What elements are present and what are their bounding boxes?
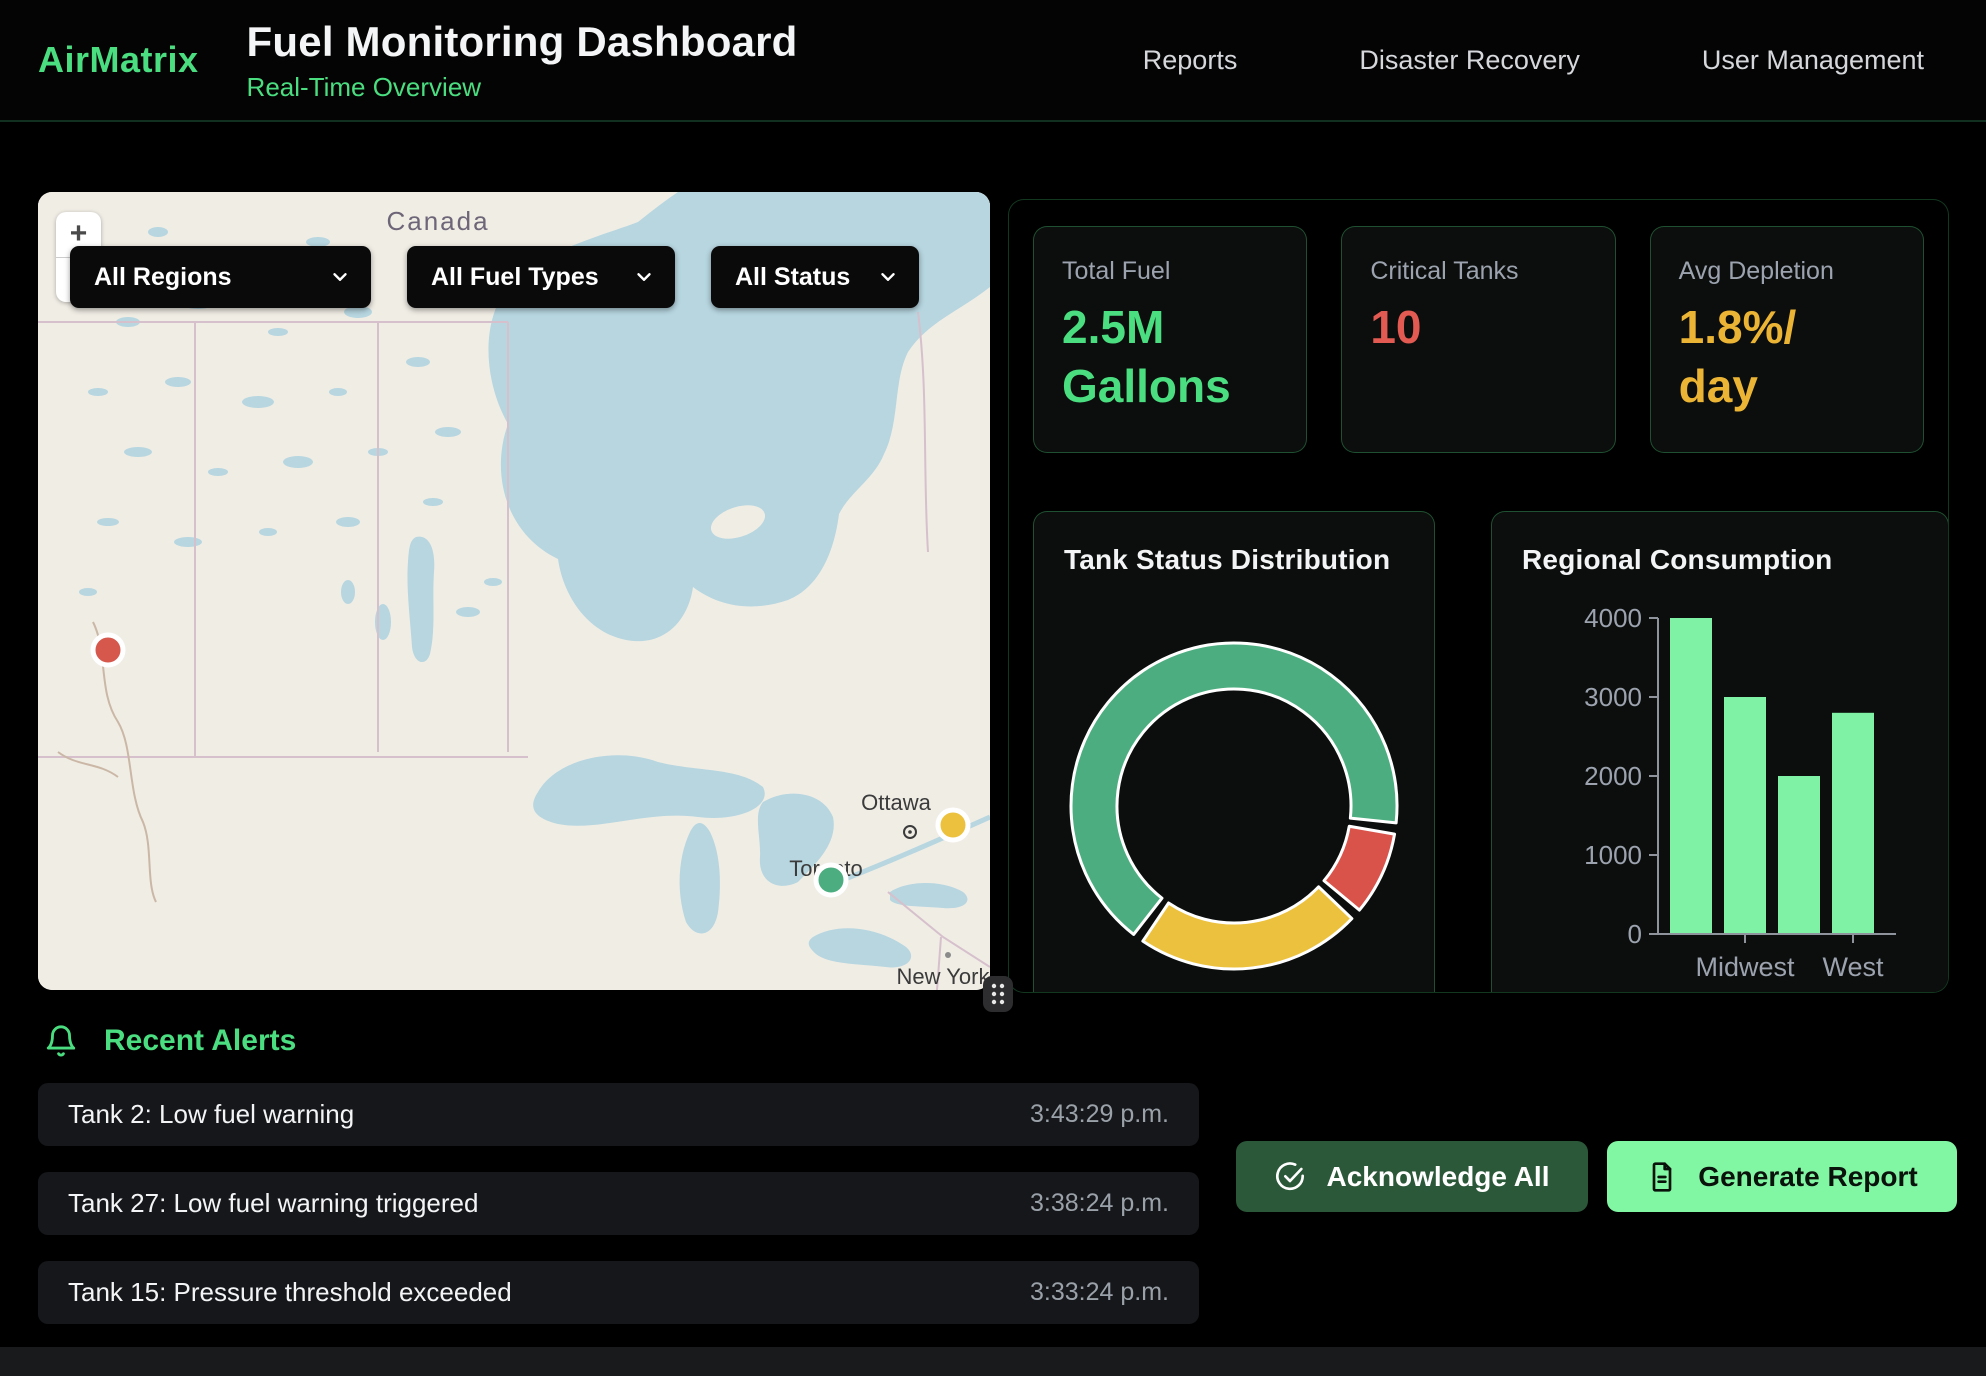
map-canvas[interactable]: Canada Ottawa Toronto New York: [38, 192, 990, 990]
alert-row[interactable]: Tank 27: Low fuel warning triggered 3:38…: [38, 1172, 1199, 1235]
tank-marker-normal[interactable]: [816, 865, 846, 895]
generate-report-label: Generate Report: [1698, 1161, 1917, 1193]
chevron-down-icon: [329, 266, 351, 288]
chevron-down-icon: [877, 266, 899, 288]
generate-report-button[interactable]: Generate Report: [1607, 1141, 1957, 1212]
acknowledge-all-label: Acknowledge All: [1326, 1161, 1549, 1193]
app-logo: AirMatrix: [38, 39, 199, 81]
bottom-strip: [0, 1347, 1986, 1376]
stat-value-avg-depletion: 1.8%/ day: [1679, 298, 1895, 416]
nav-reports[interactable]: Reports: [1143, 45, 1238, 76]
overview-panel: Total Fuel 2.5M Gallons Critical Tanks 1…: [1008, 199, 1949, 993]
y-tick-label: 0: [1628, 919, 1642, 949]
alert-message: Tank 15: Pressure threshold exceeded: [68, 1277, 512, 1308]
bar-region-1: [1670, 618, 1712, 934]
stat-value-critical-tanks: 10: [1370, 298, 1586, 357]
donut-red-segment: [1324, 826, 1395, 910]
bar-West: [1832, 713, 1874, 934]
tank-marker-warning[interactable]: [938, 810, 968, 840]
stat-value-total-fuel: 2.5M Gallons: [1062, 298, 1278, 416]
regional-consumption-card: Regional Consumption 0 1000 2000 3000 4000 Mi…: [1491, 511, 1949, 993]
title-block: Fuel Monitoring Dashboard Real-Time Over…: [247, 18, 798, 103]
donut-yellow-segment: [1143, 887, 1352, 969]
chevron-down-icon: [633, 266, 655, 288]
new-york-town-icon: [945, 952, 951, 958]
bar-chart-title: Regional Consumption: [1522, 544, 1918, 576]
stat-label: Critical Tanks: [1370, 257, 1586, 286]
status-filter-value: All Status: [735, 263, 850, 292]
status-filter-dropdown[interactable]: All Status: [711, 246, 919, 308]
acknowledge-all-button[interactable]: Acknowledge All: [1236, 1141, 1588, 1212]
y-tick-label: 3000: [1584, 682, 1642, 712]
bar-region-3: [1778, 776, 1820, 934]
fuel-type-filter-value: All Fuel Types: [431, 263, 599, 292]
map-panel[interactable]: Canada Ottawa Toronto New York + − All R…: [38, 192, 990, 990]
check-circle-icon: [1274, 1161, 1306, 1193]
alert-row[interactable]: Tank 2: Low fuel warning 3:43:29 p.m.: [38, 1083, 1199, 1146]
map-filter-bar: All Regions All Fuel Types All Status: [70, 246, 919, 308]
tank-status-donut-chart: [1064, 636, 1404, 976]
tank-status-card: Tank Status Distribution: [1033, 511, 1435, 993]
app-header: AirMatrix Fuel Monitoring Dashboard Real…: [0, 0, 1986, 122]
bar-Midwest: [1724, 697, 1766, 934]
stat-label: Avg Depletion: [1679, 257, 1895, 286]
tank-marker-critical[interactable]: [93, 635, 123, 665]
alert-timestamp: 3:38:24 p.m.: [1030, 1189, 1169, 1218]
stat-label: Total Fuel: [1062, 257, 1278, 286]
stat-card-avg-depletion: Avg Depletion 1.8%/ day: [1650, 226, 1924, 453]
x-tick-label: Midwest: [1695, 952, 1795, 982]
map-resize-handle[interactable]: [983, 976, 1013, 1012]
donut-chart-title: Tank Status Distribution: [1064, 544, 1404, 576]
main-nav: Reports Disaster Recovery User Managemen…: [1143, 45, 1986, 76]
fuel-monitoring-dashboard: { "header": { "logo": "AirMatrix", "titl…: [0, 0, 1986, 1376]
alert-timestamp: 3:43:29 p.m.: [1030, 1100, 1169, 1129]
region-filter-dropdown[interactable]: All Regions: [70, 246, 371, 308]
grip-dots-icon: [988, 981, 1008, 1007]
nav-disaster-recovery[interactable]: Disaster Recovery: [1359, 45, 1580, 76]
charts-row: Tank Status Distribution Regional Consum…: [1033, 511, 1924, 993]
alert-timestamp: 3:33:24 p.m.: [1030, 1278, 1169, 1307]
region-filter-value: All Regions: [94, 263, 232, 292]
bell-icon: [44, 1024, 78, 1058]
map-lake: [341, 580, 355, 604]
regional-consumption-bar-chart: 0 1000 2000 3000 4000 Midwest West: [1518, 604, 1918, 993]
fuel-type-filter-dropdown[interactable]: All Fuel Types: [407, 246, 675, 308]
document-icon: [1646, 1161, 1678, 1193]
stat-card-critical-tanks: Critical Tanks 10: [1341, 226, 1615, 453]
recent-alerts-title: Recent Alerts: [104, 1024, 296, 1058]
page-subtitle: Real-Time Overview: [247, 72, 798, 103]
alert-message: Tank 27: Low fuel warning triggered: [68, 1188, 478, 1219]
x-tick-label: West: [1822, 952, 1884, 982]
map-label-ottawa: Ottawa: [861, 790, 931, 815]
alert-row[interactable]: Tank 15: Pressure threshold exceeded 3:3…: [38, 1261, 1199, 1324]
y-tick-label: 2000: [1584, 761, 1642, 791]
map-label-canada: Canada: [386, 206, 489, 236]
map-label-new-york: New York: [897, 964, 990, 989]
recent-alerts-heading: Recent Alerts: [44, 1024, 296, 1058]
stat-card-total-fuel: Total Fuel 2.5M Gallons: [1033, 226, 1307, 453]
alert-message: Tank 2: Low fuel warning: [68, 1099, 354, 1130]
stats-row: Total Fuel 2.5M Gallons Critical Tanks 1…: [1033, 226, 1924, 453]
y-tick-label: 4000: [1584, 604, 1642, 633]
nav-user-management[interactable]: User Management: [1702, 45, 1924, 76]
page-title: Fuel Monitoring Dashboard: [247, 18, 798, 66]
y-tick-label: 1000: [1584, 840, 1642, 870]
